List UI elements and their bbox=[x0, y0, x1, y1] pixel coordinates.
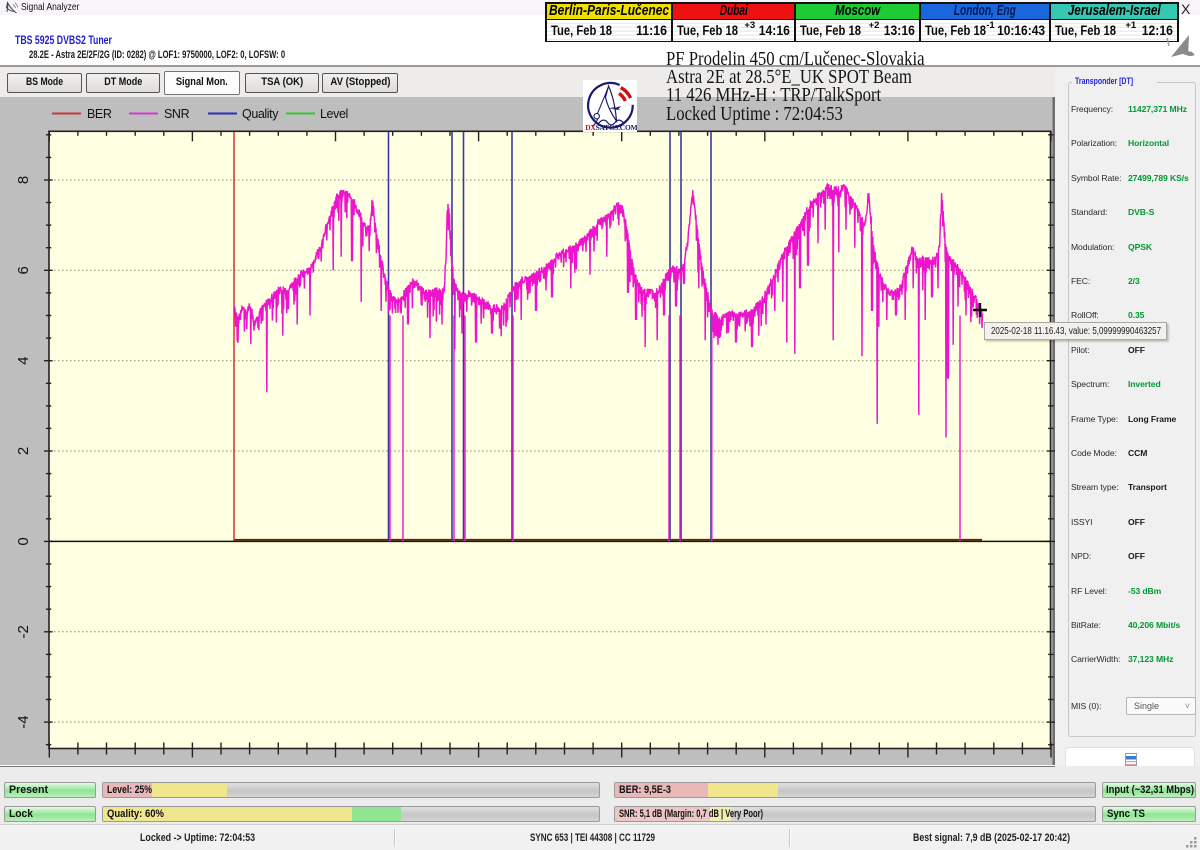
svg-text:Quality: Quality bbox=[242, 107, 279, 121]
svg-text:0: 0 bbox=[15, 537, 32, 545]
svg-text:Level: Level bbox=[320, 107, 348, 121]
svg-text:DXSATCS.COM: DXSATCS.COM bbox=[585, 123, 637, 132]
svg-text:2: 2 bbox=[15, 447, 32, 455]
svg-text:-2: -2 bbox=[15, 625, 32, 638]
svg-text:4: 4 bbox=[15, 357, 32, 365]
svg-text:SNR: SNR bbox=[164, 107, 190, 121]
svg-text:8: 8 bbox=[15, 176, 32, 184]
svg-text:-4: -4 bbox=[15, 715, 32, 728]
svg-text:BER: BER bbox=[87, 107, 112, 121]
svg-text:6: 6 bbox=[15, 266, 32, 274]
